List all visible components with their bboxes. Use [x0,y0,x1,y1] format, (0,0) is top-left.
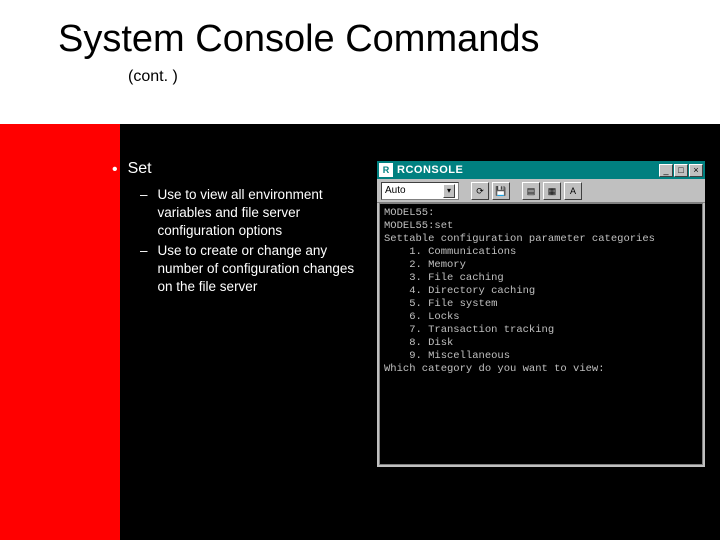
sub-bullet-list: – Use to view all environment variables … [140,186,372,296]
window-toolbar: Auto ▾ ⟳ 💾 ▤ ▦ A [377,179,705,203]
sub-bullet-item: – Use to create or change any number of … [140,242,372,296]
terminal-line: 1. Communications [384,246,516,258]
terminal-line: 8. Disk [384,337,453,349]
sub-bullet-text: Use to create or change any number of co… [158,242,372,296]
bullet-icon: • [112,160,118,180]
terminal-output: MODEL55: MODEL55:set Settable configurat… [379,203,703,465]
close-button[interactable]: × [689,164,703,177]
maximize-button[interactable]: □ [674,164,688,177]
app-icon: R [379,163,393,177]
sub-bullet-item: – Use to view all environment variables … [140,186,372,240]
sub-bullet-text: Use to view all environment variables an… [158,186,372,240]
page-title: System Console Commands [58,18,540,61]
rconsole-window: R RCONSOLE _ □ × Auto ▾ ⟳ 💾 ▤ ▦ A MODEL5… [376,160,706,468]
window-controls: _ □ × [659,164,703,177]
terminal-line: 4. Directory caching [384,285,535,297]
dash-icon: – [140,186,148,204]
page-subtitle: (cont. ) [128,68,178,86]
content-area: • Set – Use to view all environment vari… [112,160,372,298]
terminal-line: 2. Memory [384,259,466,271]
chevron-down-icon[interactable]: ▾ [443,184,455,198]
save-icon[interactable]: 💾 [492,182,510,200]
terminal-line: Which category do you want to view: [384,363,605,375]
terminal-line: MODEL55:set [384,220,453,232]
minimize-button[interactable]: _ [659,164,673,177]
dash-icon: – [140,242,148,260]
terminal-line: 7. Transaction tracking [384,324,554,336]
screen1-icon[interactable]: ▤ [522,182,540,200]
terminal-line: 3. File caching [384,272,504,284]
combo-value: Auto [385,185,406,196]
terminal-line: 6. Locks [384,311,460,323]
bullet-label: Set [128,160,152,178]
window-title: RCONSOLE [397,164,659,176]
screen2-icon[interactable]: ▦ [543,182,561,200]
mode-combo[interactable]: Auto ▾ [381,182,459,200]
terminal-line: Settable configuration parameter categor… [384,233,655,245]
terminal-line: 5. File system [384,298,497,310]
bullet-item: • Set [112,160,372,180]
sync-icon[interactable]: ⟳ [471,182,489,200]
terminal-line: 9. Miscellaneous [384,350,510,362]
bold-icon[interactable]: A [564,182,582,200]
window-titlebar[interactable]: R RCONSOLE _ □ × [377,161,705,179]
terminal-line: MODEL55: [384,207,434,219]
